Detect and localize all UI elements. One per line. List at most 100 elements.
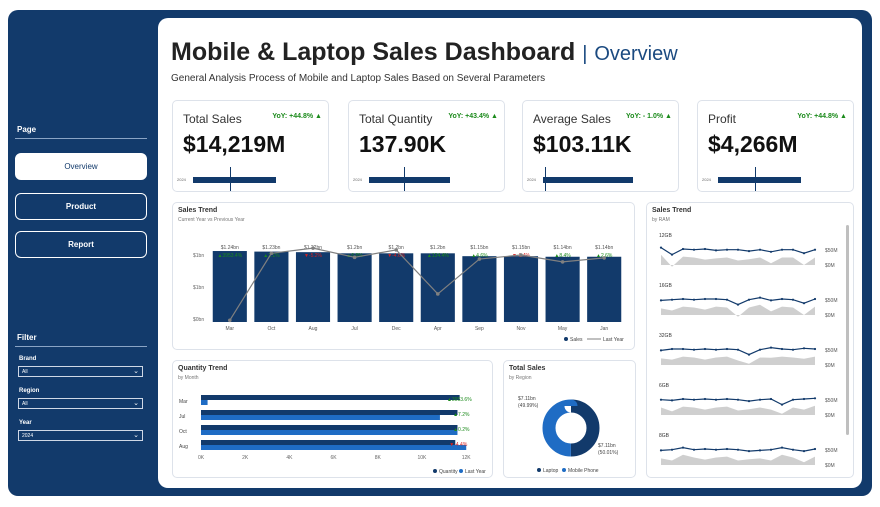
sales-bar[interactable] (503, 256, 539, 322)
ram-point[interactable] (681, 297, 685, 301)
ram-point[interactable] (703, 247, 707, 251)
ram-point[interactable] (813, 347, 817, 351)
ram-point[interactable] (681, 347, 685, 351)
ram-point[interactable] (791, 448, 795, 451)
last-year-bar[interactable] (201, 415, 440, 420)
ram-point[interactable] (769, 250, 773, 253)
ram-point[interactable] (769, 397, 773, 401)
ram-point[interactable] (758, 296, 762, 299)
ram-point[interactable] (725, 347, 729, 351)
ram-point[interactable] (659, 299, 663, 302)
ram-point[interactable] (813, 397, 817, 400)
ram-point[interactable] (659, 398, 663, 401)
quantity-bar[interactable] (201, 410, 458, 415)
last-year-point[interactable] (477, 257, 482, 261)
last-year-point[interactable] (560, 260, 565, 264)
quantity-bar[interactable] (201, 425, 458, 430)
ram-point[interactable] (725, 447, 729, 451)
ram-point[interactable] (692, 298, 696, 301)
ram-point[interactable] (659, 246, 663, 249)
ram-point[interactable] (714, 249, 718, 252)
ram-point[interactable] (747, 353, 751, 356)
ram-point[interactable] (802, 252, 806, 255)
ram-point[interactable] (791, 348, 795, 351)
ram-point[interactable] (747, 298, 751, 301)
sales-bar[interactable] (212, 251, 247, 322)
ram-point[interactable] (659, 349, 663, 352)
ram-point[interactable] (681, 446, 685, 449)
ram-point[interactable] (769, 299, 773, 302)
ram-point[interactable] (714, 297, 718, 301)
sales-bar[interactable] (462, 256, 497, 322)
sales-bar[interactable] (379, 253, 414, 322)
sales-bar[interactable] (337, 253, 372, 322)
last-year-point[interactable] (269, 251, 274, 256)
ram-point[interactable] (703, 347, 707, 351)
ram-point[interactable] (802, 347, 806, 350)
ram-point[interactable] (802, 450, 806, 453)
ram-point[interactable] (758, 398, 762, 401)
nav-report-button[interactable]: Report (15, 231, 147, 258)
ram-point[interactable] (692, 448, 696, 451)
ram-point[interactable] (725, 397, 729, 401)
last-year-bar[interactable] (201, 445, 467, 450)
ram-point[interactable] (703, 447, 707, 451)
ram-point[interactable] (791, 248, 795, 251)
ram-point[interactable] (670, 347, 674, 351)
brand-select[interactable]: All ⌄ (18, 366, 143, 377)
last-year-point[interactable] (519, 253, 523, 257)
region-select[interactable]: All ⌄ (18, 398, 143, 409)
sales-bar[interactable] (254, 251, 289, 322)
year-select[interactable]: 2024 ⌄ (18, 430, 143, 441)
ram-point[interactable] (681, 247, 685, 251)
ram-point[interactable] (813, 248, 817, 251)
ram-point[interactable] (813, 447, 817, 451)
quantity-bar[interactable] (201, 395, 460, 400)
ram-point[interactable] (692, 348, 696, 351)
ram-point[interactable] (725, 298, 729, 301)
ram-point[interactable] (714, 448, 718, 451)
quantity-bar[interactable] (201, 440, 456, 445)
ram-point[interactable] (758, 248, 762, 251)
ram-point[interactable] (736, 448, 740, 451)
ram-point[interactable] (747, 450, 751, 453)
last-year-point[interactable] (352, 255, 357, 260)
last-year-point[interactable] (228, 318, 232, 323)
ram-point[interactable] (670, 399, 674, 402)
ram-point[interactable] (780, 347, 784, 351)
last-year-point[interactable] (311, 246, 315, 250)
sales-bar[interactable] (420, 253, 455, 322)
ram-point[interactable] (769, 346, 773, 349)
ram-point[interactable] (780, 248, 784, 251)
ram-point[interactable] (714, 398, 718, 401)
nav-overview-button[interactable]: Overview (15, 153, 147, 180)
sales-bar[interactable] (545, 256, 580, 322)
ram-point[interactable] (736, 348, 740, 351)
ram-point[interactable] (659, 449, 663, 452)
ram-point[interactable] (670, 253, 674, 256)
last-year-point[interactable] (436, 292, 440, 296)
ram-point[interactable] (670, 298, 674, 301)
ram-point[interactable] (670, 448, 674, 451)
ram-point[interactable] (780, 297, 784, 301)
ram-point[interactable] (736, 248, 740, 251)
last-year-bar[interactable] (201, 400, 208, 405)
last-year-bar[interactable] (201, 430, 458, 435)
ram-point[interactable] (802, 302, 806, 305)
ram-point[interactable] (758, 348, 762, 351)
ram-point[interactable] (714, 348, 718, 351)
ram-point[interactable] (791, 298, 795, 301)
ram-point[interactable] (725, 248, 729, 251)
ram-point[interactable] (780, 446, 784, 449)
ram-point[interactable] (692, 398, 696, 401)
ram-point[interactable] (692, 248, 696, 251)
sales-bar[interactable] (587, 256, 622, 322)
ram-point[interactable] (681, 397, 685, 401)
ram-point[interactable] (813, 297, 817, 301)
last-year-point[interactable] (602, 256, 606, 260)
ram-point[interactable] (703, 397, 707, 401)
ram-point[interactable] (780, 403, 784, 406)
scrollbar[interactable] (846, 225, 849, 435)
ram-point[interactable] (736, 398, 740, 401)
sales-bar[interactable] (295, 252, 331, 322)
